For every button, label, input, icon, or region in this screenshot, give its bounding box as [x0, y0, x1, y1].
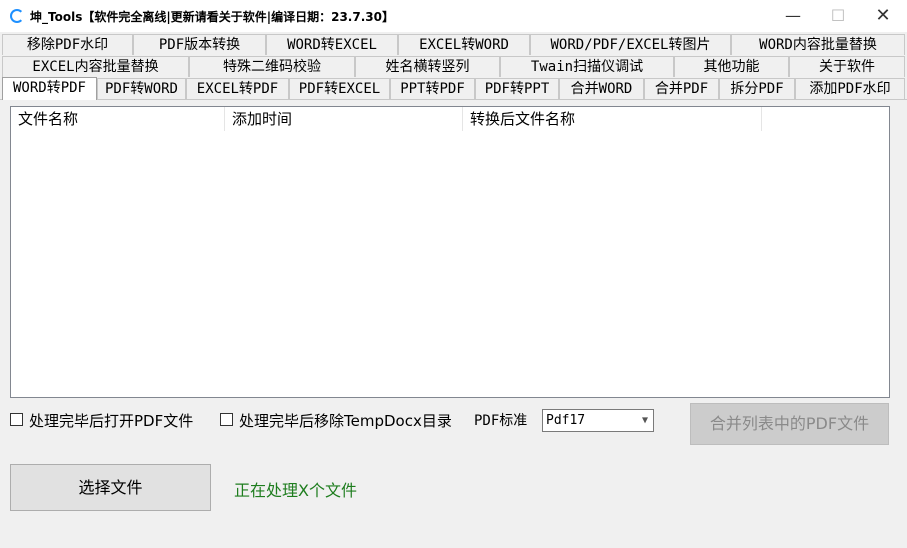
tab-word-batch-replace[interactable]: WORD内容批量替换	[731, 34, 905, 55]
tab-remove-pdf-watermark[interactable]: 移除PDF水印	[2, 34, 133, 55]
close-button[interactable]: ✕	[860, 0, 906, 32]
column-header-added-time[interactable]: 添加时间	[225, 107, 463, 131]
select-files-button[interactable]: 选择文件	[10, 464, 211, 511]
open-after-checkbox[interactable]: 处理完毕后打开PDF文件	[10, 410, 193, 432]
app-loading-icon	[10, 9, 24, 23]
tab-word-pdf-excel-to-image[interactable]: WORD/PDF/EXCEL转图片	[530, 34, 731, 55]
merge-pdf-button[interactable]: 合并列表中的PDF文件	[690, 403, 889, 445]
remove-temp-label: 处理完毕后移除TempDocx目录	[239, 412, 452, 430]
pdf-standard-value: Pdf17	[546, 413, 586, 428]
tab-twain-scanner-debug[interactable]: Twain扫描仪调试	[500, 56, 674, 77]
tab-pdf-to-ppt[interactable]: PDF转PPT	[475, 78, 559, 99]
tab-excel-batch-replace[interactable]: EXCEL内容批量替换	[2, 56, 189, 77]
tab-ppt-to-pdf[interactable]: PPT转PDF	[390, 78, 475, 99]
checkbox-icon[interactable]	[220, 413, 233, 426]
column-header-file-name[interactable]: 文件名称	[11, 107, 225, 131]
checkbox-icon[interactable]	[10, 413, 23, 426]
tab-merge-pdf[interactable]: 合并PDF	[644, 78, 719, 99]
tab-excel-to-word[interactable]: EXCEL转WORD	[398, 34, 530, 55]
window-title: 坤_Tools【软件完全离线|更新请看关于软件|编译日期：23.7.30】	[30, 10, 394, 24]
tab-about-software[interactable]: 关于软件	[789, 56, 905, 77]
tab-pdf-to-excel[interactable]: PDF转EXCEL	[289, 78, 390, 99]
maximize-button[interactable]: ☐	[815, 0, 861, 32]
open-after-label: 处理完毕后打开PDF文件	[29, 412, 194, 430]
tab-add-pdf-watermark[interactable]: 添加PDF水印	[795, 78, 905, 99]
tab-pdf-version-convert[interactable]: PDF版本转换	[133, 34, 266, 55]
title-bar: 坤_Tools【软件完全离线|更新请看关于软件|编译日期：23.7.30】 — …	[0, 0, 907, 32]
minimize-button[interactable]: —	[770, 0, 816, 32]
tab-word-to-pdf[interactable]: WORD转PDF	[2, 77, 97, 100]
pdf-standard-label: PDF标准	[474, 413, 528, 429]
tab-name-horizontal-to-vertical[interactable]: 姓名横转竖列	[355, 56, 500, 77]
tab-pdf-to-word[interactable]: PDF转WORD	[97, 78, 186, 99]
status-text: 正在处理X个文件	[234, 481, 357, 500]
tab-other-functions[interactable]: 其他功能	[674, 56, 789, 77]
chevron-down-icon: ▼	[641, 415, 648, 426]
pdf-standard-select[interactable]: Pdf17 ▼	[542, 409, 654, 432]
column-header-converted-name[interactable]: 转换后文件名称	[463, 107, 762, 131]
tab-excel-to-pdf[interactable]: EXCEL转PDF	[186, 78, 289, 99]
tab-special-qrcode-check[interactable]: 特殊二维码校验	[189, 56, 355, 77]
tab-split-pdf[interactable]: 拆分PDF	[719, 78, 795, 99]
tab-panel-border	[0, 99, 907, 100]
tab-word-to-excel[interactable]: WORD转EXCEL	[266, 34, 398, 55]
remove-temp-checkbox[interactable]: 处理完毕后移除TempDocx目录	[220, 410, 452, 432]
file-list[interactable]: 文件名称 添加时间 转换后文件名称	[10, 106, 890, 398]
tab-merge-word[interactable]: 合并WORD	[559, 78, 644, 99]
